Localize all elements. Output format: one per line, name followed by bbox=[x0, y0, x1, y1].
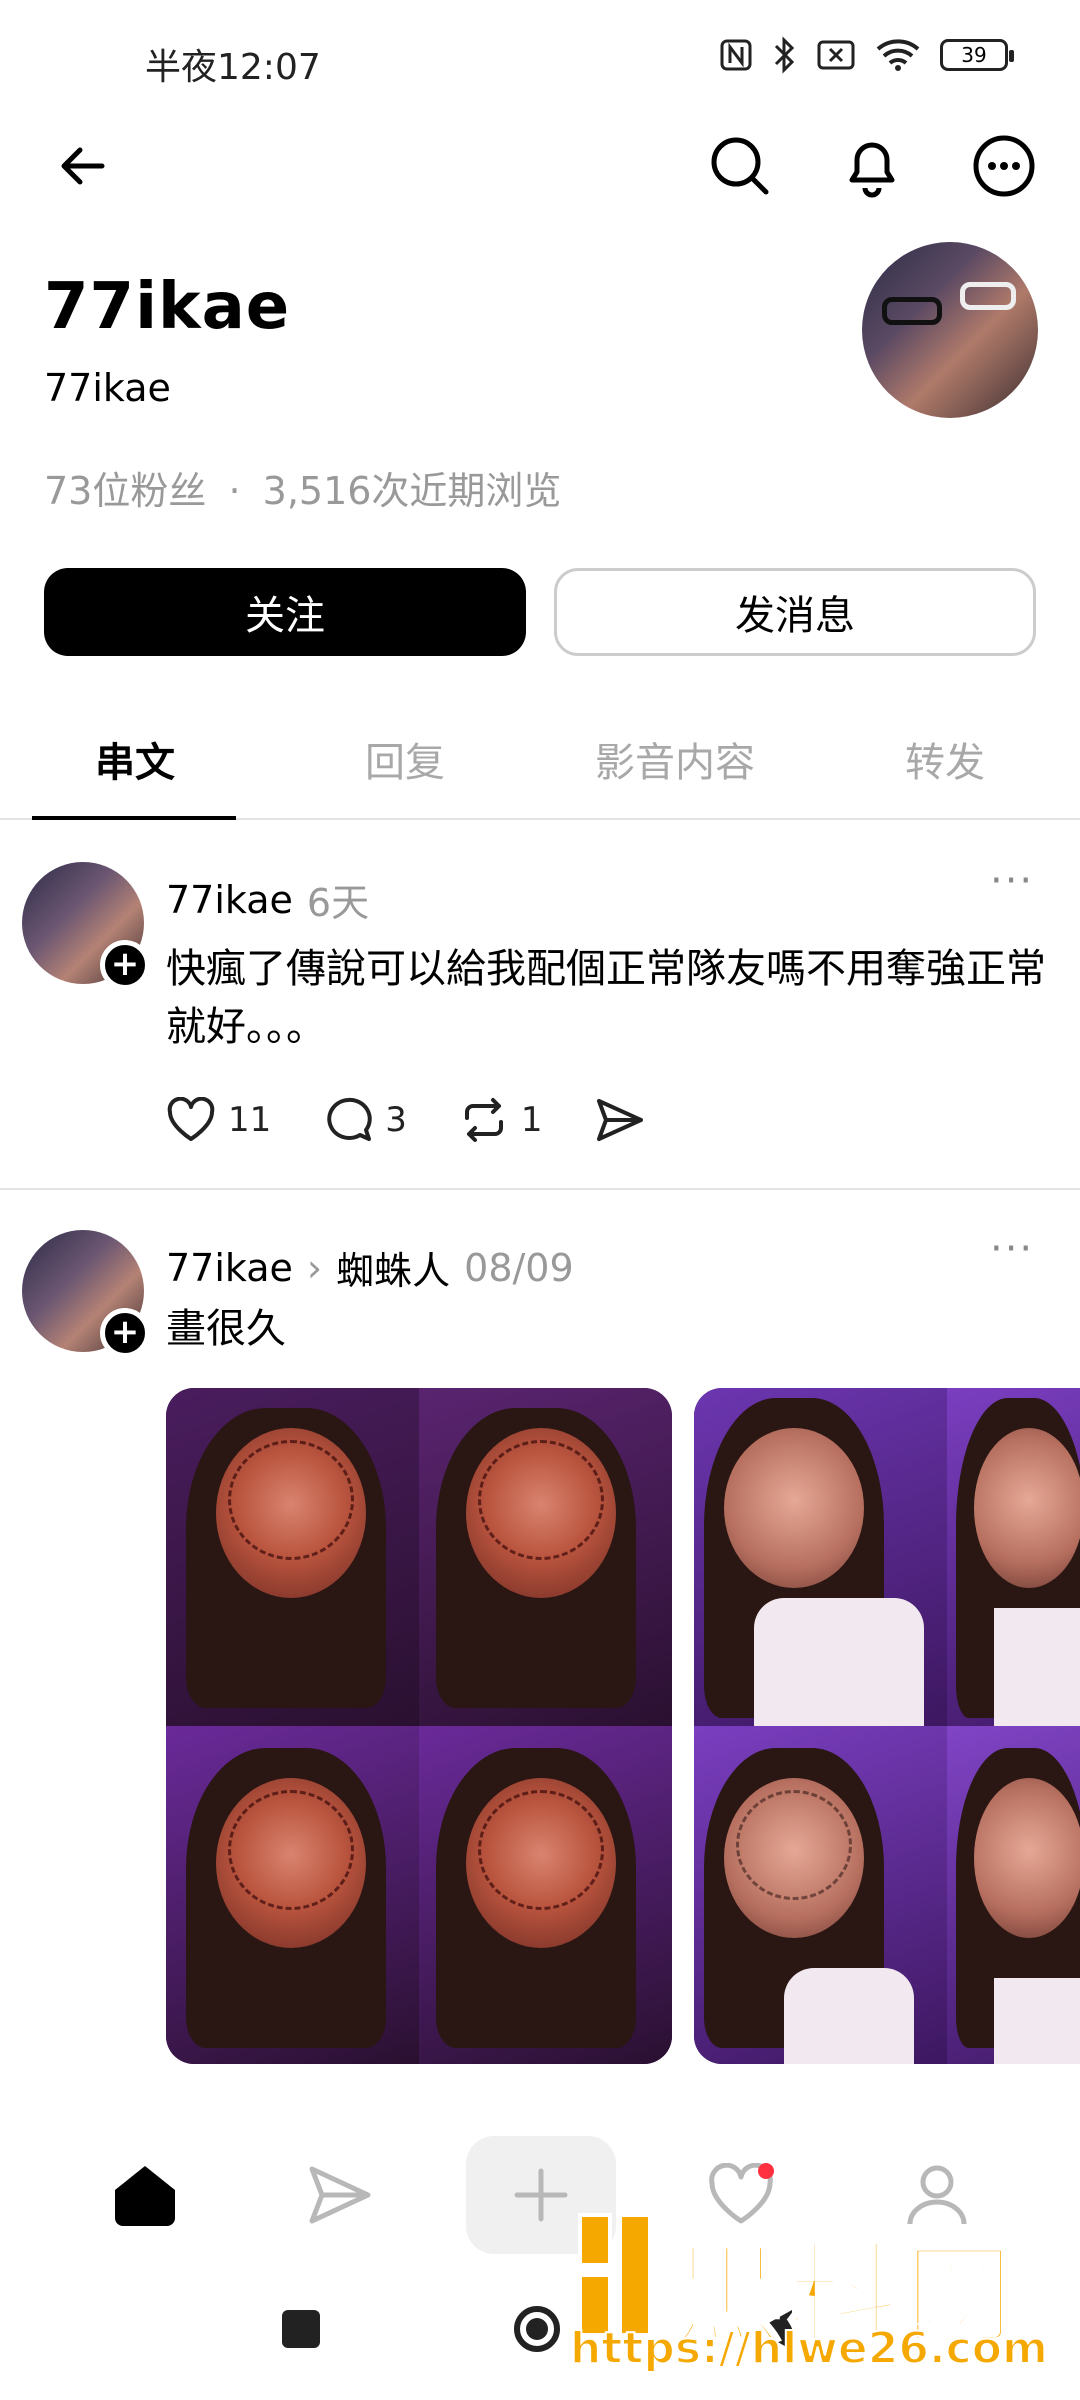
nav-send[interactable] bbox=[286, 2140, 396, 2250]
like-button[interactable]: 11 bbox=[166, 1097, 271, 1143]
search-icon bbox=[711, 137, 769, 195]
bluetooth-icon bbox=[774, 36, 795, 74]
post-header: 77ikae 6天 bbox=[166, 872, 369, 927]
tab-media[interactable]: 影音内容 bbox=[540, 730, 810, 788]
bell-icon bbox=[849, 142, 895, 198]
post-item[interactable]: + 77ikae 6天 ··· 快瘋了傳說可以給我配個正常隊友嗎不用奪強正常就好… bbox=[0, 820, 1080, 1190]
post-more-icon[interactable]: ··· bbox=[990, 1226, 1034, 1272]
post-actions: 11 3 1 bbox=[166, 1096, 697, 1144]
comment-count: 3 bbox=[385, 1100, 407, 1140]
follow-plus-icon[interactable]: + bbox=[100, 1308, 150, 1358]
post-time: 6天 bbox=[306, 881, 370, 925]
status-bar: 半夜12:07 39 bbox=[0, 0, 1080, 120]
watermark: 黑料网 https://hlwe26.com bbox=[560, 2205, 1060, 2375]
post-image[interactable] bbox=[166, 1388, 672, 2064]
profile-handle: 77ikae bbox=[44, 366, 171, 410]
profile-name: 77ikae bbox=[44, 270, 291, 344]
avatar-glasses-icon bbox=[882, 297, 942, 325]
post-image[interactable] bbox=[694, 1388, 1080, 2064]
battery-indicator: 39 bbox=[940, 39, 1014, 71]
tab-threads[interactable]: 串文 bbox=[0, 730, 270, 788]
follow-button[interactable]: 关注 bbox=[44, 568, 526, 656]
back-button[interactable] bbox=[42, 126, 122, 206]
post-username[interactable]: 77ikae bbox=[166, 878, 293, 922]
tab-reposts[interactable]: 转发 bbox=[810, 730, 1080, 788]
arrow-left-icon bbox=[61, 147, 105, 185]
search-button[interactable] bbox=[700, 126, 780, 206]
send-icon bbox=[309, 2166, 371, 2224]
post-header: 77ikae › 蜘蛛人 08/09 bbox=[166, 1240, 574, 1295]
status-time: 半夜12:07 bbox=[145, 47, 321, 88]
heart-icon bbox=[167, 1097, 215, 1141]
tab-replies[interactable]: 回复 bbox=[270, 730, 540, 788]
repost-button[interactable]: 1 bbox=[459, 1096, 543, 1144]
stats-separator: · bbox=[228, 469, 241, 513]
home-icon bbox=[115, 2166, 175, 2226]
followers-count[interactable]: 73位粉丝 bbox=[44, 469, 206, 513]
profile-stats: 73位粉丝 · 3,516次近期浏览 bbox=[44, 460, 561, 515]
message-button[interactable]: 发消息 bbox=[554, 568, 1036, 656]
more-circle-icon bbox=[973, 135, 1035, 197]
post-topic[interactable]: 蜘蛛人 bbox=[336, 1240, 450, 1295]
repost-icon bbox=[464, 1098, 503, 1142]
more-button[interactable] bbox=[964, 126, 1044, 206]
profile-header: 77ikae 77ikae bbox=[44, 270, 290, 410]
chevron-right-icon: › bbox=[306, 1245, 323, 1290]
home-circle-icon[interactable] bbox=[514, 2306, 560, 2352]
nav-home[interactable] bbox=[90, 2140, 200, 2250]
post-more-icon[interactable]: ··· bbox=[990, 858, 1034, 904]
post-text: 快瘋了傳說可以給我配個正常隊友嗎不用奪強正常就好。。。 bbox=[166, 946, 1046, 1050]
recents-square-icon[interactable] bbox=[282, 2310, 320, 2348]
nfc-icon bbox=[720, 39, 752, 71]
notification-button[interactable] bbox=[832, 126, 912, 206]
avatar-glasses-icon bbox=[960, 282, 1016, 310]
views-count: 3,516次近期浏览 bbox=[262, 469, 562, 513]
share-button[interactable] bbox=[595, 1097, 645, 1143]
top-bar bbox=[0, 120, 1080, 220]
profile-tabs: 串文 回复 影音内容 转发 bbox=[0, 700, 1080, 820]
post-time: 08/09 bbox=[464, 1245, 574, 1290]
post-username[interactable]: 77ikae bbox=[166, 1246, 293, 1290]
status-icons: 39 bbox=[718, 36, 1014, 74]
comment-button[interactable]: 3 bbox=[323, 1096, 407, 1144]
post-text: 畫很久 bbox=[166, 1306, 286, 1352]
profile-avatar[interactable] bbox=[862, 242, 1038, 418]
comment-icon bbox=[327, 1097, 372, 1141]
like-count: 11 bbox=[228, 1100, 272, 1140]
follow-plus-icon[interactable]: + bbox=[100, 940, 150, 990]
watermark-url: https://hlwe26.com bbox=[569, 2322, 1049, 2375]
wifi-icon bbox=[876, 39, 920, 71]
repost-count: 1 bbox=[520, 1100, 543, 1140]
send-icon bbox=[596, 1099, 643, 1141]
sim-off-icon bbox=[817, 40, 855, 70]
